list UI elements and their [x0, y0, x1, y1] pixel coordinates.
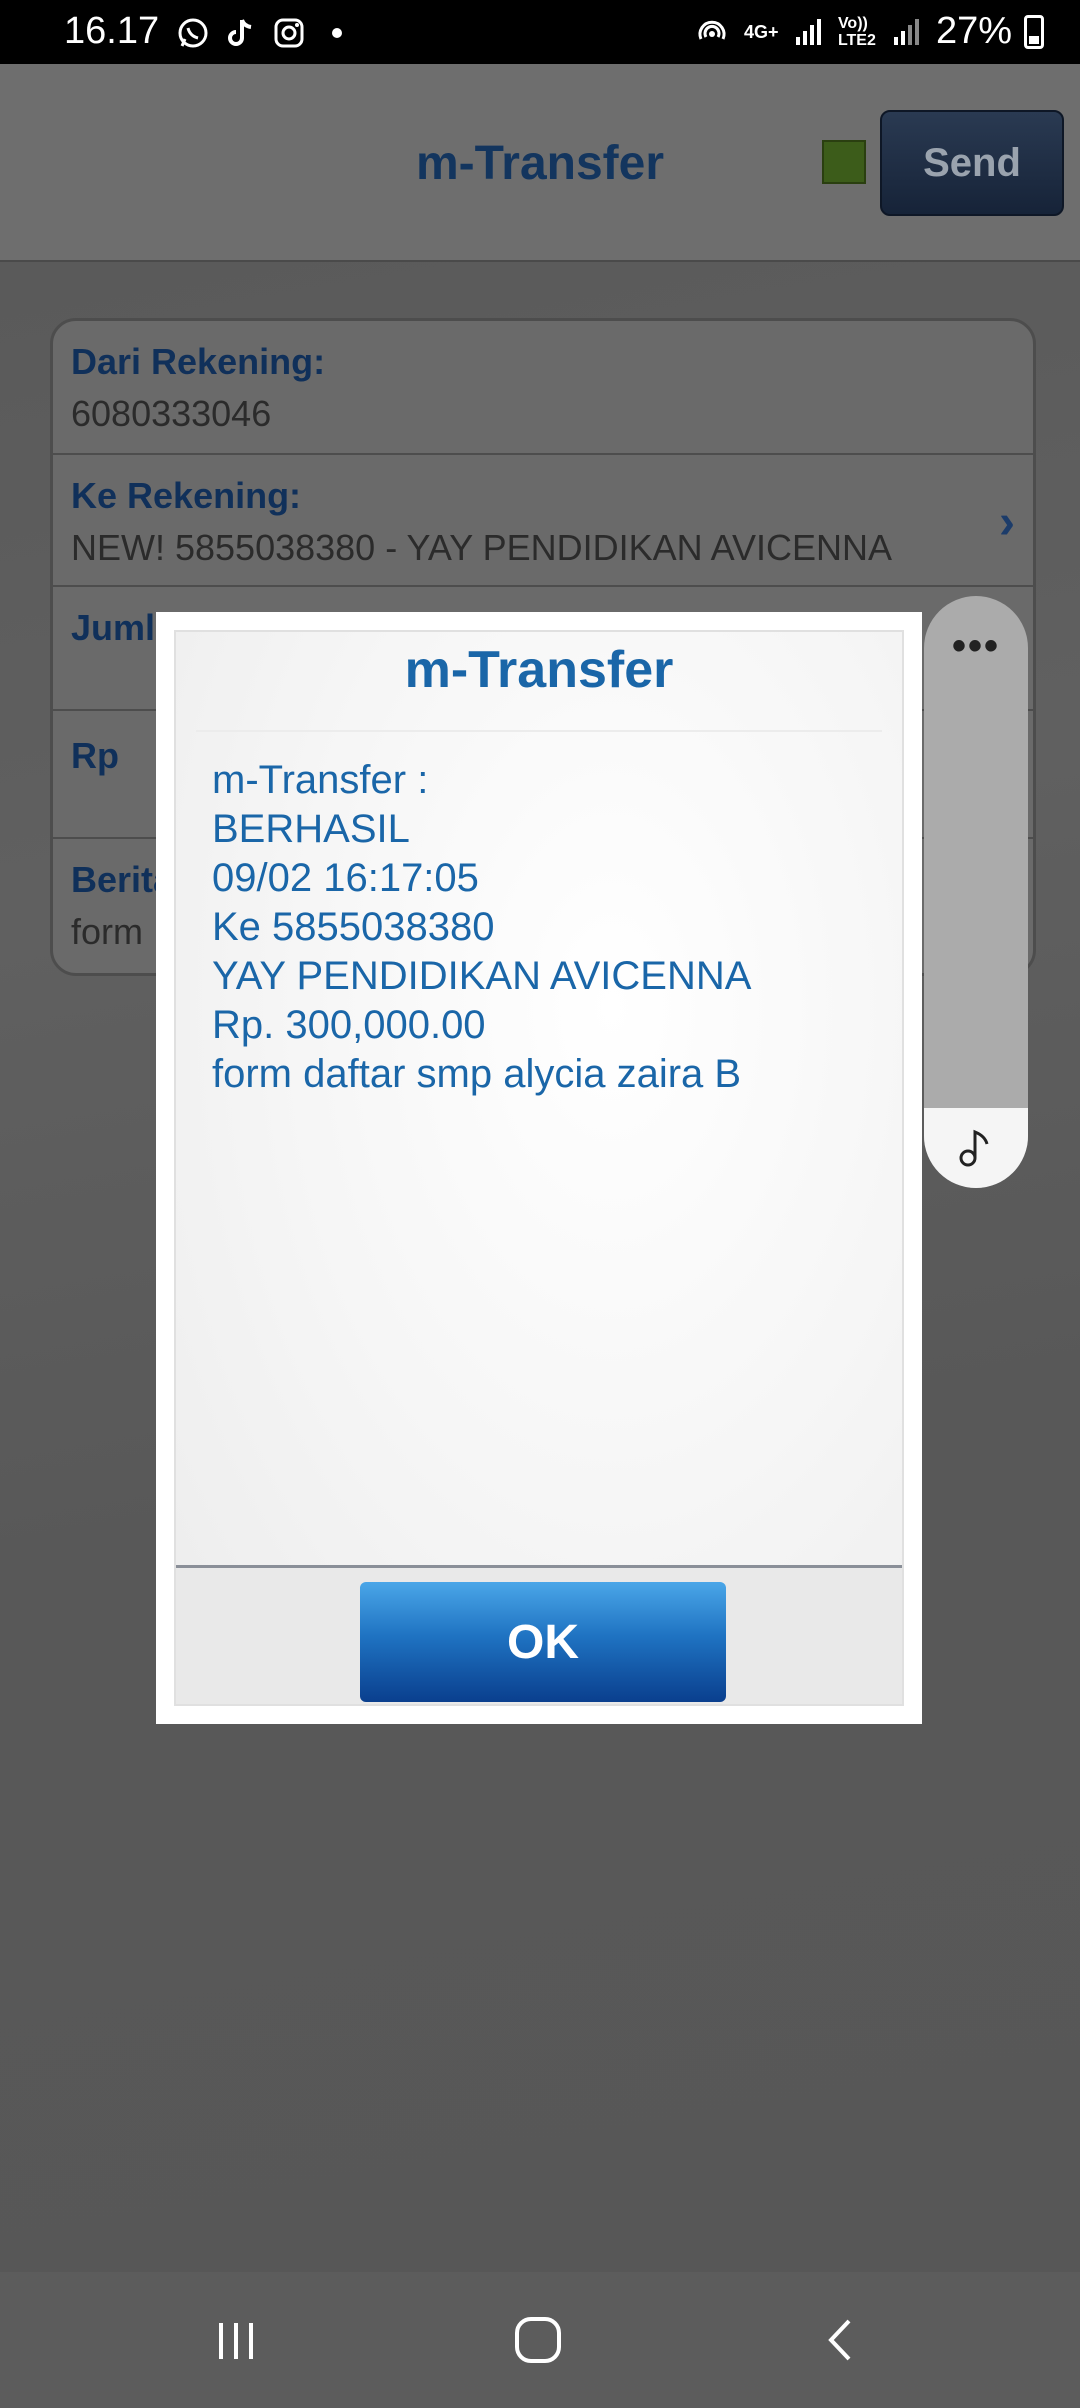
tiktok-icon	[228, 19, 252, 46]
dialog-message: m-Transfer : BERHASIL 09/02 16:17:05 Ke …	[212, 756, 882, 1099]
instagram-icon	[274, 18, 304, 48]
dialog-title: m-Transfer	[404, 641, 674, 699]
status-time: 16.17	[64, 10, 160, 52]
battery-percent: 27%	[935, 10, 1012, 52]
from-account-label: Dari Rekening:	[71, 341, 326, 382]
dot-icon	[332, 28, 342, 38]
floating-side-panel[interactable]: •••	[924, 596, 1028, 1188]
from-account-value: 6080333046	[71, 393, 272, 434]
to-account-label: Ke Rekening:	[71, 475, 302, 516]
battery-icon	[1024, 14, 1044, 49]
dialog-divider	[196, 730, 882, 732]
ok-button[interactable]: OK	[360, 1582, 726, 1702]
message-value: form	[71, 911, 143, 952]
amount-label: Rp	[71, 735, 119, 776]
message-line: YAY PENDIDIKAN AVICENNA	[212, 954, 752, 998]
signal-icon-2	[893, 18, 919, 45]
system-nav-bar	[0, 2272, 1080, 2408]
to-account-value: NEW! 5855038380 - YAY PENDIDIKAN AVICENN…	[71, 527, 893, 568]
message-line: form daftar smp alycia zaira B	[212, 1052, 742, 1096]
message-line: 09/02 16:17:05	[212, 856, 479, 900]
music-note-icon[interactable]	[924, 1108, 1028, 1188]
notification-icons	[176, 16, 354, 50]
message-line: Rp. 300,000.00	[212, 1003, 486, 1047]
chevron-right-icon: ›	[999, 496, 1015, 549]
dialog-panel: m-Transfer m-Transfer : BERHASIL 09/02 1…	[174, 630, 904, 1706]
status-indicator	[822, 140, 866, 184]
dialog-footer: OK	[176, 1565, 902, 1704]
signal-icon	[795, 18, 821, 45]
from-account-row[interactable]: Dari Rekening: 6080333046	[53, 321, 1033, 455]
network-type-label: 4G+	[743, 21, 779, 42]
to-account-row[interactable]: Ke Rekening: NEW! 5855038380 - YAY PENDI…	[53, 453, 1033, 587]
system-status: 4G+ Vo)) LTE2 27%	[692, 10, 1044, 53]
message-line: m-Transfer :	[212, 758, 429, 802]
app-bar: m-Transfer Send	[0, 64, 1080, 262]
status-bar: 16.17 4G+ Vo)) LTE2 27%	[0, 0, 1080, 64]
home-icon[interactable]	[508, 2310, 568, 2370]
volte-label: Vo)) LTE2	[837, 14, 876, 49]
whatsapp-icon	[178, 18, 208, 48]
message-line: Ke 5855038380	[212, 905, 495, 949]
back-icon[interactable]	[812, 2310, 872, 2370]
result-dialog: m-Transfer m-Transfer : BERHASIL 09/02 1…	[156, 612, 922, 1724]
more-dots-icon[interactable]: •••	[924, 624, 1028, 669]
hotspot-icon	[698, 20, 726, 40]
amount-count-label: Juml	[71, 607, 156, 648]
send-button[interactable]: Send	[880, 110, 1064, 216]
recent-apps-icon[interactable]	[206, 2310, 266, 2370]
message-line: BERHASIL	[212, 807, 410, 851]
